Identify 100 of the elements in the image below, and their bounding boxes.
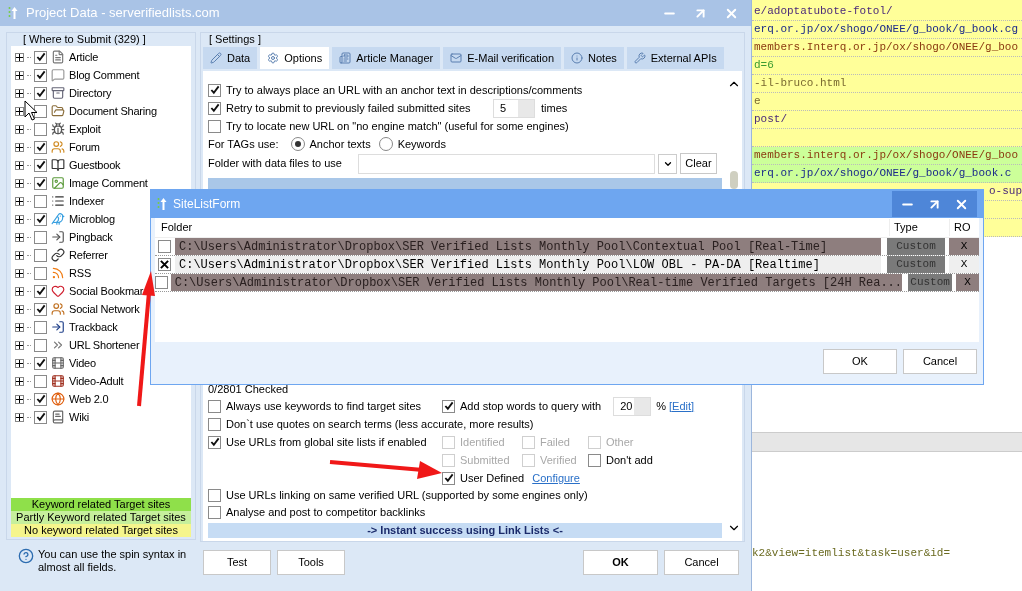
action-button[interactable]: Cancel [664,550,739,575]
action-button[interactable]: OK [583,550,658,575]
checkbox[interactable] [442,399,455,413]
checkbox[interactable] [208,435,221,449]
category-label[interactable]: Social Network [69,300,140,318]
expander-icon[interactable] [15,286,24,296]
checkbox[interactable] [34,374,47,388]
folder-cell[interactable]: C:\Users\Administrator\Dropbox\SER Verified Lists Monthly Pool\LOW OBL - PA-DA [Realtime] [175,256,881,273]
category-label[interactable]: Video [69,354,96,372]
expander-icon[interactable] [15,214,24,224]
category-label[interactable]: Wiki [69,408,89,426]
checkbox[interactable] [208,119,221,133]
checkbox[interactable] [34,158,47,172]
category-label[interactable]: Image Comment [69,174,148,192]
tab[interactable]: Data [203,47,258,69]
checkbox[interactable] [34,104,47,118]
expander-icon[interactable] [15,160,24,170]
checkbox[interactable] [34,212,47,226]
tab[interactable]: Options [260,47,330,69]
checkbox[interactable] [208,417,221,431]
checkbox[interactable] [155,276,169,289]
action-button[interactable]: Tools [277,550,345,575]
category-label[interactable]: Web 2.0 [69,390,109,408]
checkbox[interactable] [157,240,171,253]
category-label[interactable]: Article [69,48,99,66]
configure-link[interactable]: Configure [532,469,580,487]
scroll-thumb[interactable] [730,171,738,189]
dialog-button[interactable]: Cancel [903,349,977,374]
checkbox[interactable] [34,320,47,334]
folder-cell[interactable]: C:\Users\Administrator\Dropbox\SER Verified Lists Monthly Pool\Contextual Pool [Real-Time] [175,238,881,255]
category-label[interactable]: Blog Comment [69,66,140,84]
dialog-button[interactable]: OK [823,349,897,374]
category-label[interactable]: Video-Adult [69,372,124,390]
dropdown-button[interactable] [658,153,677,174]
expander-icon[interactable] [15,232,24,242]
folder-field[interactable] [358,153,655,174]
tab[interactable]: E-Mail verification [443,47,562,69]
checkbox[interactable] [588,453,601,467]
expander-icon[interactable] [15,124,24,134]
expander-icon[interactable] [15,394,24,404]
checkbox[interactable] [34,266,47,280]
checkbox[interactable] [34,410,47,424]
expander-icon[interactable] [15,304,24,314]
category-label[interactable]: Social Bookmar [69,282,144,300]
expander-icon[interactable] [15,376,24,386]
expander-icon[interactable] [15,196,24,206]
checkbox[interactable] [34,284,47,298]
category-label[interactable]: Guestbook [69,156,121,174]
category-label[interactable]: Exploit [69,120,101,138]
category-label[interactable]: Pingback [69,228,113,246]
action-button[interactable]: Test [203,550,271,575]
checkbox[interactable] [34,230,47,244]
tab[interactable]: Notes [564,47,624,69]
clear-button[interactable]: Clear [680,153,717,174]
checkbox[interactable] [34,392,47,406]
expander-icon[interactable] [15,250,24,260]
checkbox[interactable] [157,258,171,271]
category-label[interactable]: Referrer [69,246,108,264]
checkbox[interactable] [208,506,221,519]
checkbox[interactable] [34,140,47,154]
category-label[interactable]: RSS [69,264,92,282]
folder-cell[interactable]: C:\Users\Administrator\Dropbox\SER Verified Lists Monthly Pool\Real-time Verified Targets [24H Rea... [170,274,903,291]
tab[interactable]: External APIs [626,47,724,69]
expander-icon[interactable] [15,340,24,350]
expander-icon[interactable] [15,106,24,116]
category-label[interactable]: Trackback [69,318,118,336]
checkbox[interactable] [442,471,455,485]
category-label[interactable]: Indexer [69,192,105,210]
tab[interactable]: Article Manager [332,47,441,69]
category-label[interactable]: URL Shortener [69,336,140,354]
category-label[interactable]: Document Sharing [69,102,157,120]
checkbox[interactable] [34,176,47,190]
expander-icon[interactable] [15,142,24,152]
radio-button[interactable] [290,137,305,151]
checkbox[interactable] [208,101,221,115]
expander-icon[interactable] [15,88,24,98]
radio-button[interactable] [378,137,393,151]
expander-icon[interactable] [15,178,24,188]
category-label[interactable]: Directory [69,84,112,102]
checkbox[interactable] [208,399,221,413]
checkbox[interactable] [208,83,221,97]
expander-icon[interactable] [15,412,24,422]
checkbox[interactable] [34,194,47,208]
expander-icon[interactable] [15,268,24,278]
expander-icon[interactable] [15,322,24,332]
checkbox[interactable] [34,122,47,136]
checkbox[interactable] [34,302,47,316]
checkbox[interactable] [34,338,47,352]
number-field[interactable]: 20 [613,396,652,416]
checkbox[interactable] [34,356,47,370]
checkbox[interactable] [34,68,47,82]
edit-link[interactable]: [Edit] [669,397,695,415]
category-label[interactable]: Forum [69,138,100,156]
checkbox[interactable] [208,489,221,502]
expander-icon[interactable] [15,358,24,368]
category-label[interactable]: Microblog [69,210,115,228]
checkbox[interactable] [34,50,47,64]
number-field[interactable]: 5 [493,98,535,118]
checkbox[interactable] [34,86,47,100]
checkbox[interactable] [34,248,47,262]
